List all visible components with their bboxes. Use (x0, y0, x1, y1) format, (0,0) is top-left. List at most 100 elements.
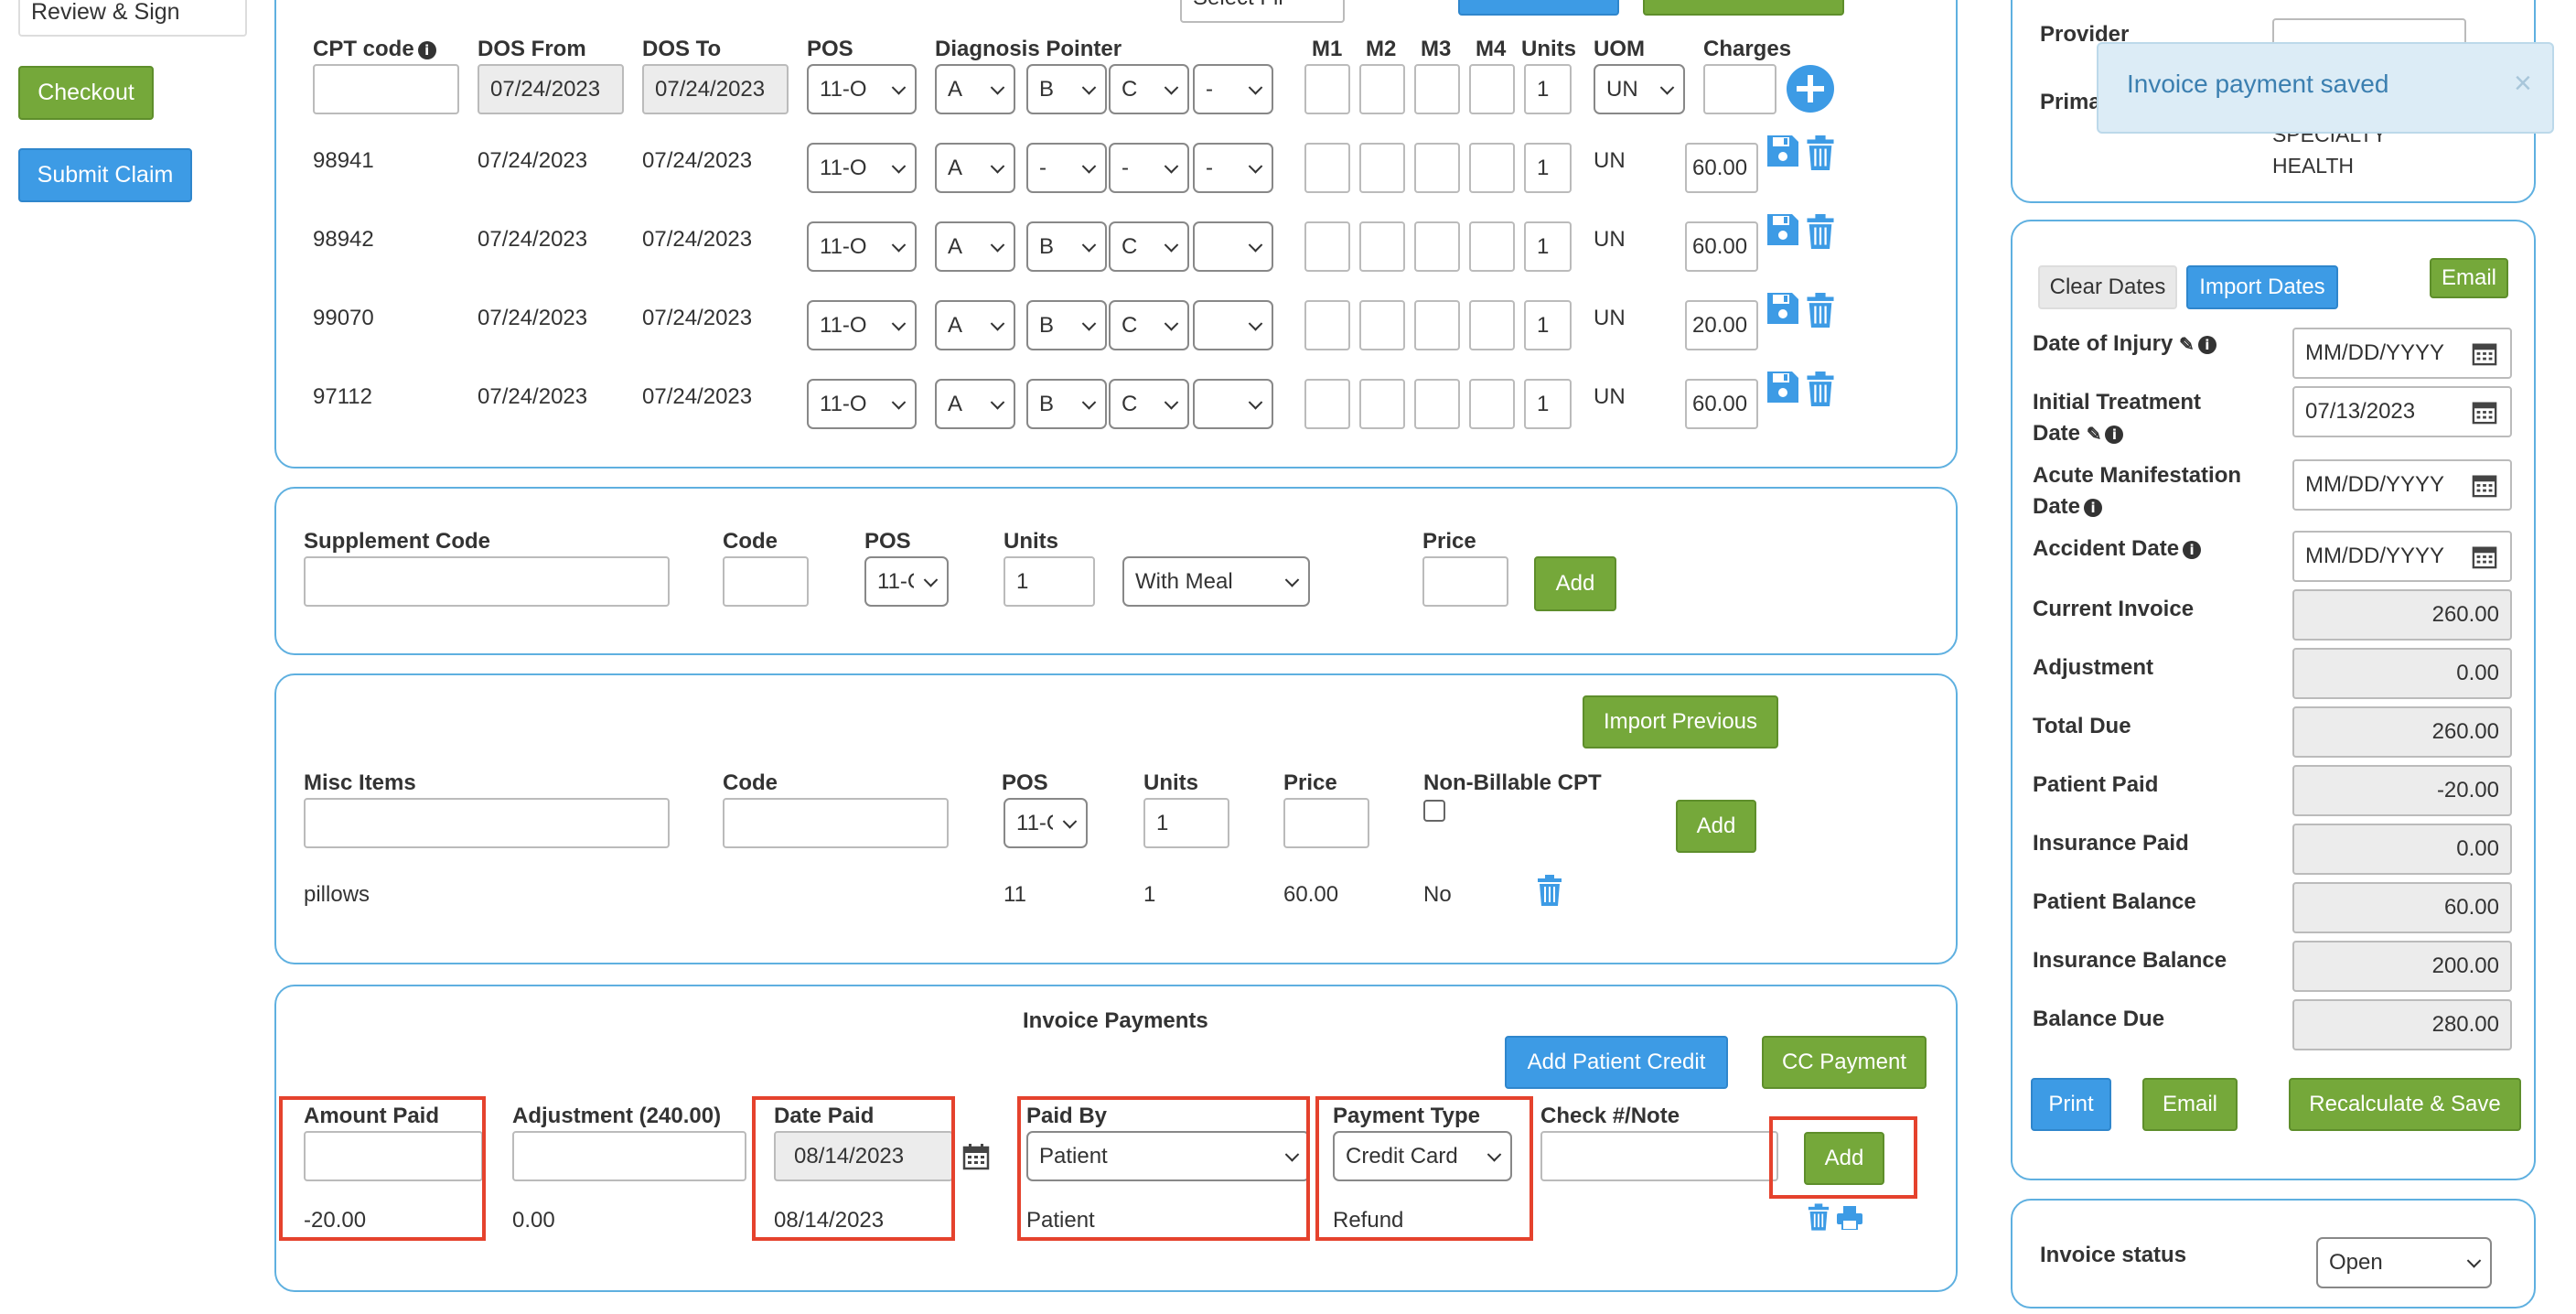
meal-select[interactable]: With Meal (1122, 556, 1310, 607)
delete-icon[interactable] (1806, 372, 1835, 406)
toast-close-icon[interactable]: × (2514, 66, 2532, 102)
cpt-row-modifier-input[interactable] (1469, 300, 1515, 350)
cpt-row-diag-select[interactable]: C (1109, 300, 1189, 350)
supplement-units-input[interactable]: 1 (1004, 556, 1095, 607)
adjustment-input[interactable] (512, 1131, 746, 1181)
recalculate-save-button[interactable]: Recalculate & Save (2289, 1078, 2521, 1131)
add-patient-credit-button[interactable]: Add Patient Credit (1505, 1036, 1728, 1089)
cpt-row-modifier-input[interactable] (1359, 300, 1405, 350)
cpt-row-diag-select[interactable]: B (1026, 379, 1107, 429)
save-icon[interactable] (1767, 372, 1798, 403)
cpt-row-diag-select[interactable] (1193, 300, 1273, 350)
initial-treatment-input[interactable]: 07/13/2023 (2292, 386, 2512, 437)
supplement-price-input[interactable] (1422, 556, 1508, 607)
charges-input[interactable] (1703, 64, 1776, 114)
cpt-code-input[interactable] (313, 64, 459, 114)
cpt-row-diag-select[interactable] (1193, 379, 1273, 429)
calendar-icon[interactable] (2472, 544, 2497, 569)
acute-manifestation-input[interactable]: MM/DD/YYYY (2292, 459, 2512, 511)
print-button[interactable]: Print (2031, 1078, 2111, 1131)
cpt-row-pos-select[interactable]: 11-O (807, 143, 917, 193)
misc-code-input[interactable] (723, 798, 949, 848)
cpt-row-modifier-input[interactable] (1304, 143, 1350, 193)
cpt-row-modifier-input[interactable] (1359, 379, 1405, 429)
cpt-row-diag-select[interactable]: A (935, 379, 1015, 429)
supplement-pos-select[interactable]: 11-C (864, 556, 949, 607)
cpt-row-modifier-input[interactable] (1359, 221, 1405, 272)
pos-select[interactable]: 11-O (807, 64, 917, 114)
supplement-code-input[interactable] (304, 556, 670, 607)
cc-payment-button[interactable]: CC Payment (1762, 1036, 1927, 1089)
save-icon[interactable] (1767, 135, 1798, 167)
clear-dates-button[interactable]: Clear Dates (2038, 265, 2177, 309)
cpt-row-pos-select[interactable]: 11-O (807, 300, 917, 350)
m1-input[interactable] (1304, 64, 1350, 114)
nav-review-sign[interactable]: Review & Sign (18, 0, 247, 37)
cpt-row-diag-select[interactable]: C (1109, 379, 1189, 429)
email-button[interactable]: Email (2142, 1078, 2238, 1131)
cpt-row-modifier-input[interactable] (1414, 379, 1460, 429)
delete-icon[interactable] (1806, 293, 1835, 328)
cpt-row-charges-input[interactable]: 60.00 (1685, 379, 1758, 429)
diag-select-3[interactable]: C (1109, 64, 1189, 114)
non-billable-checkbox[interactable] (1423, 800, 1445, 822)
check-note-input[interactable] (1540, 1131, 1778, 1181)
m3-input[interactable] (1414, 64, 1460, 114)
cpt-row-units-input[interactable]: 1 (1524, 143, 1572, 193)
cpt-row-modifier-input[interactable] (1304, 300, 1350, 350)
cpt-row-diag-select[interactable]: - (1109, 143, 1189, 193)
misc-delete-icon[interactable] (1537, 875, 1562, 906)
cpt-row-modifier-input[interactable] (1469, 143, 1515, 193)
cpt-row-units-input[interactable]: 1 (1524, 379, 1572, 429)
cpt-row-modifier-input[interactable] (1469, 221, 1515, 272)
email-top-button[interactable]: Email (2430, 258, 2508, 298)
cpt-row-diag-select[interactable]: B (1026, 221, 1107, 272)
save-icon[interactable] (1767, 214, 1798, 245)
diag-select-2[interactable]: B (1026, 64, 1107, 114)
cpt-row-diag-select[interactable]: A (935, 221, 1015, 272)
m2-input[interactable] (1359, 64, 1405, 114)
calendar-icon[interactable] (2472, 472, 2497, 498)
cpt-row-pos-select[interactable]: 11-O (807, 379, 917, 429)
cpt-row-modifier-input[interactable] (1304, 379, 1350, 429)
checkout-button[interactable]: Checkout (18, 66, 154, 120)
cpt-row-charges-input[interactable]: 20.00 (1685, 300, 1758, 350)
m4-input[interactable] (1469, 64, 1515, 114)
calendar-icon[interactable] (2472, 399, 2497, 425)
cpt-row-modifier-input[interactable] (1414, 143, 1460, 193)
cpt-row-modifier-input[interactable] (1469, 379, 1515, 429)
cpt-row-modifier-input[interactable] (1414, 300, 1460, 350)
dos-to-input[interactable]: 07/24/2023 (642, 64, 789, 114)
delete-icon[interactable] (1806, 135, 1835, 170)
diag-select-4[interactable]: - (1193, 64, 1273, 114)
cpt-row-pos-select[interactable]: 11-O (807, 221, 917, 272)
delete-icon[interactable] (1806, 214, 1835, 249)
diag-select-1[interactable]: A (935, 64, 1015, 114)
top-blue-button[interactable] (1458, 0, 1619, 16)
misc-price-input[interactable] (1283, 798, 1369, 848)
cpt-row-diag-select[interactable]: A (935, 143, 1015, 193)
save-icon[interactable] (1767, 293, 1798, 324)
top-green-button[interactable] (1643, 0, 1844, 16)
accident-date-input[interactable]: MM/DD/YYYY (2292, 531, 2512, 582)
supplement-add-button[interactable]: Add (1534, 556, 1616, 611)
cpt-row-modifier-input[interactable] (1304, 221, 1350, 272)
cpt-row-modifier-input[interactable] (1414, 221, 1460, 272)
cpt-row-units-input[interactable]: 1 (1524, 300, 1572, 350)
cpt-row-diag-select[interactable]: A (935, 300, 1015, 350)
cpt-row-diag-select[interactable]: - (1026, 143, 1107, 193)
add-row-icon[interactable] (1786, 64, 1835, 113)
cpt-row-units-input[interactable]: 1 (1524, 221, 1572, 272)
submit-claim-button[interactable]: Submit Claim (18, 148, 192, 202)
misc-items-input[interactable] (304, 798, 670, 848)
supplement-code-input-2[interactable] (723, 556, 809, 607)
cpt-row-charges-input[interactable]: 60.00 (1685, 221, 1758, 272)
payment-delete-icon[interactable] (1808, 1203, 1830, 1231)
calendar-icon[interactable] (2472, 340, 2497, 366)
invoice-status-select[interactable]: Open (2316, 1237, 2492, 1288)
misc-pos-select[interactable]: 11-C (1004, 798, 1088, 848)
uom-select[interactable]: UN (1594, 64, 1685, 114)
misc-add-button[interactable]: Add (1676, 800, 1756, 853)
date-of-injury-input[interactable]: MM/DD/YYYY (2292, 328, 2512, 379)
select-filter[interactable]: Select Fil (1180, 0, 1345, 23)
